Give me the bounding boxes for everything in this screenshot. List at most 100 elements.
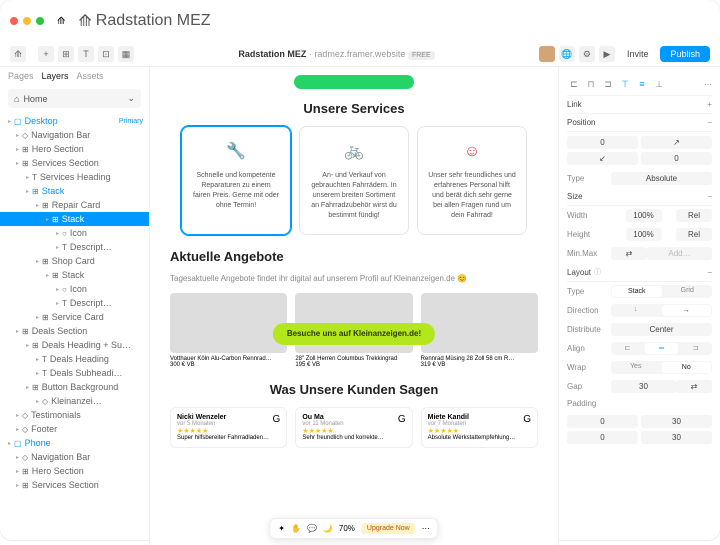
- close-dot[interactable]: [10, 17, 18, 25]
- min-dot[interactable]: [23, 17, 31, 25]
- whatsapp-button: [294, 75, 414, 89]
- tree-item[interactable]: ▸◇Navigation Bar: [0, 128, 149, 142]
- tree-item[interactable]: ▸TDescript…: [0, 240, 149, 254]
- moon-icon[interactable]: 🌙: [323, 524, 333, 533]
- tree-item[interactable]: ▸▢DesktopPrimary: [0, 114, 149, 128]
- insert-icon[interactable]: +: [38, 46, 54, 62]
- pos-y-input[interactable]: 0: [641, 152, 712, 165]
- distribute-select[interactable]: Center: [611, 323, 712, 336]
- tree-item[interactable]: ▸⊞Shop Card: [0, 254, 149, 268]
- avatar[interactable]: [539, 46, 555, 62]
- canvas-toolbar: ✦ ✋ 💬 🌙 70% Upgrade Now ⋯: [269, 518, 438, 539]
- tree-item[interactable]: ▸⊞Service Card: [0, 310, 149, 324]
- panel-tabs: Pages Layers Assets: [0, 67, 149, 85]
- align-seg[interactable]: ⊏═⊐: [611, 342, 712, 355]
- cms-icon[interactable]: ⊡: [98, 46, 114, 62]
- tree-item[interactable]: ▸▢Phone: [0, 436, 149, 450]
- upgrade-button[interactable]: Upgrade Now: [361, 523, 416, 534]
- tree-item[interactable]: ▸TDeals Subheadi…: [0, 366, 149, 380]
- tab-layers[interactable]: Layers: [42, 71, 69, 81]
- publish-button[interactable]: Publish: [660, 46, 710, 62]
- browser-tab[interactable]: ⟰ Radstation MEZ: [70, 8, 218, 34]
- toolbar: ⟰ + ⊞ T ⊡ ▦ Radstation MEZ · radmez.fram…: [0, 42, 720, 67]
- tab-assets[interactable]: Assets: [77, 71, 104, 81]
- tree-item[interactable]: ▸⊞Services Section: [0, 478, 149, 492]
- canvas[interactable]: Unsere Services 🔧Schnelle und kompetente…: [150, 67, 558, 545]
- minmax-input[interactable]: Add…: [647, 247, 712, 260]
- tree-item[interactable]: ▸⊞Repair Card: [0, 198, 149, 212]
- layout-type-seg[interactable]: StackGrid: [611, 285, 712, 298]
- tree-item[interactable]: ▸◇Navigation Bar: [0, 450, 149, 464]
- link-section[interactable]: Link+: [567, 96, 712, 114]
- tree-item[interactable]: ▸○Icon: [0, 282, 149, 296]
- play-icon[interactable]: ▶: [599, 46, 615, 62]
- window-controls: ⟰ ⟰ Radstation MEZ: [0, 0, 720, 42]
- wrench-icon: 🔧: [192, 141, 280, 163]
- max-dot[interactable]: [36, 17, 44, 25]
- service-card[interactable]: ☺Unser sehr freundliches und erfahrenes …: [417, 126, 527, 235]
- cursor-icon[interactable]: ✦: [278, 524, 285, 533]
- tree-item[interactable]: ▸⊞Hero Section: [0, 142, 149, 156]
- tree-item[interactable]: ▸⊞Deals Heading + Su…: [0, 338, 149, 352]
- align-top-icon[interactable]: ⊤: [618, 77, 632, 91]
- align-left-icon[interactable]: ⊏: [567, 77, 581, 91]
- width-input[interactable]: 100%: [626, 209, 662, 222]
- align-bottom-icon[interactable]: ⊥: [652, 77, 666, 91]
- tree-item[interactable]: ▸⊞Stack: [0, 212, 149, 226]
- align-right-icon[interactable]: ⊐: [601, 77, 615, 91]
- pos-bl-input[interactable]: ↙: [567, 152, 638, 165]
- services-heading: Unsere Services: [170, 101, 538, 116]
- gap-input[interactable]: 30: [611, 380, 676, 393]
- cta-pill[interactable]: Besuche uns auf Kleinanzeigen.de!: [273, 323, 435, 345]
- tree-item[interactable]: ▸◇Footer: [0, 422, 149, 436]
- pad-r-input[interactable]: 30: [641, 415, 712, 428]
- text-icon[interactable]: T: [78, 46, 94, 62]
- height-input[interactable]: 100%: [626, 228, 662, 241]
- hand-icon[interactable]: ✋: [291, 524, 301, 533]
- tree-item[interactable]: ▸⊞Deals Section: [0, 324, 149, 338]
- align-hcenter-icon[interactable]: ⊓: [584, 77, 598, 91]
- gear-icon[interactable]: ⚙: [579, 46, 595, 62]
- width-unit[interactable]: Rel: [676, 209, 712, 222]
- pad-b-input[interactable]: 0: [567, 431, 638, 444]
- tree-item[interactable]: ▸◇Kleinanzei…: [0, 394, 149, 408]
- wrap-seg[interactable]: YesNo: [611, 361, 712, 374]
- invite-button[interactable]: Invite: [619, 46, 657, 62]
- size-section: Size−: [567, 188, 712, 206]
- pad-l-input[interactable]: 30: [641, 431, 712, 444]
- offer-item[interactable]: Votthauer Köln Alu-Carbon Rennrad…300 € …: [170, 293, 287, 368]
- align-vcenter-icon[interactable]: ≡: [635, 77, 649, 91]
- tree-item[interactable]: ▸⊞Services Section: [0, 156, 149, 170]
- height-unit[interactable]: Rel: [676, 228, 712, 241]
- menu-icon[interactable]: ⟰: [10, 46, 26, 62]
- tree-item[interactable]: ▸◇Testimonials: [0, 408, 149, 422]
- pad-t-input[interactable]: 0: [567, 415, 638, 428]
- home-selector[interactable]: ⌂ Home⌄: [8, 89, 141, 108]
- globe-icon[interactable]: 🌐: [559, 46, 575, 62]
- gap-link-icon[interactable]: ⇄: [676, 380, 712, 393]
- tree-item[interactable]: ▸○Icon: [0, 226, 149, 240]
- tree-item[interactable]: ▸⊞Hero Section: [0, 464, 149, 478]
- tree-item[interactable]: ▸TServices Heading: [0, 170, 149, 184]
- tree-item[interactable]: ▸⊞Button Background: [0, 380, 149, 394]
- tree-item[interactable]: ▸⊞Stack: [0, 268, 149, 282]
- tab-pages[interactable]: Pages: [8, 71, 34, 81]
- inspector: ⊏ ⊓ ⊐ ⊤ ≡ ⊥ ⋯ Link+ Position− 0 ↗ ↙ 0 Ty…: [558, 67, 720, 545]
- tree-item[interactable]: ▸TDeals Heading: [0, 352, 149, 366]
- shop-card[interactable]: 🚲An- und Verkauf von gebrauchten Fahrräd…: [299, 126, 409, 235]
- zoom-level[interactable]: 70%: [339, 524, 355, 533]
- pos-type-select[interactable]: Absolute: [611, 172, 712, 185]
- tree-item[interactable]: ▸TDescript…: [0, 296, 149, 310]
- repair-card[interactable]: 🔧Schnelle und kompetente Reparaturen zu …: [181, 126, 291, 235]
- comment-icon[interactable]: 💬: [307, 524, 317, 533]
- direction-seg[interactable]: ↓→: [611, 304, 712, 317]
- offer-item[interactable]: Rennrad Müsing 28 Zoll 58 cm R…319 € VB: [421, 293, 538, 368]
- minmax-toggle[interactable]: ⇄: [611, 247, 647, 260]
- layout-icon[interactable]: ⊞: [58, 46, 74, 62]
- tree-item[interactable]: ▸⊞Stack: [0, 184, 149, 198]
- pos-tr-input[interactable]: ↗: [641, 136, 712, 149]
- grid-icon[interactable]: ▦: [118, 46, 134, 62]
- pos-x-input[interactable]: 0: [567, 136, 638, 149]
- more-icon[interactable]: ⋯: [704, 80, 712, 89]
- more-icon[interactable]: ⋯: [422, 524, 430, 533]
